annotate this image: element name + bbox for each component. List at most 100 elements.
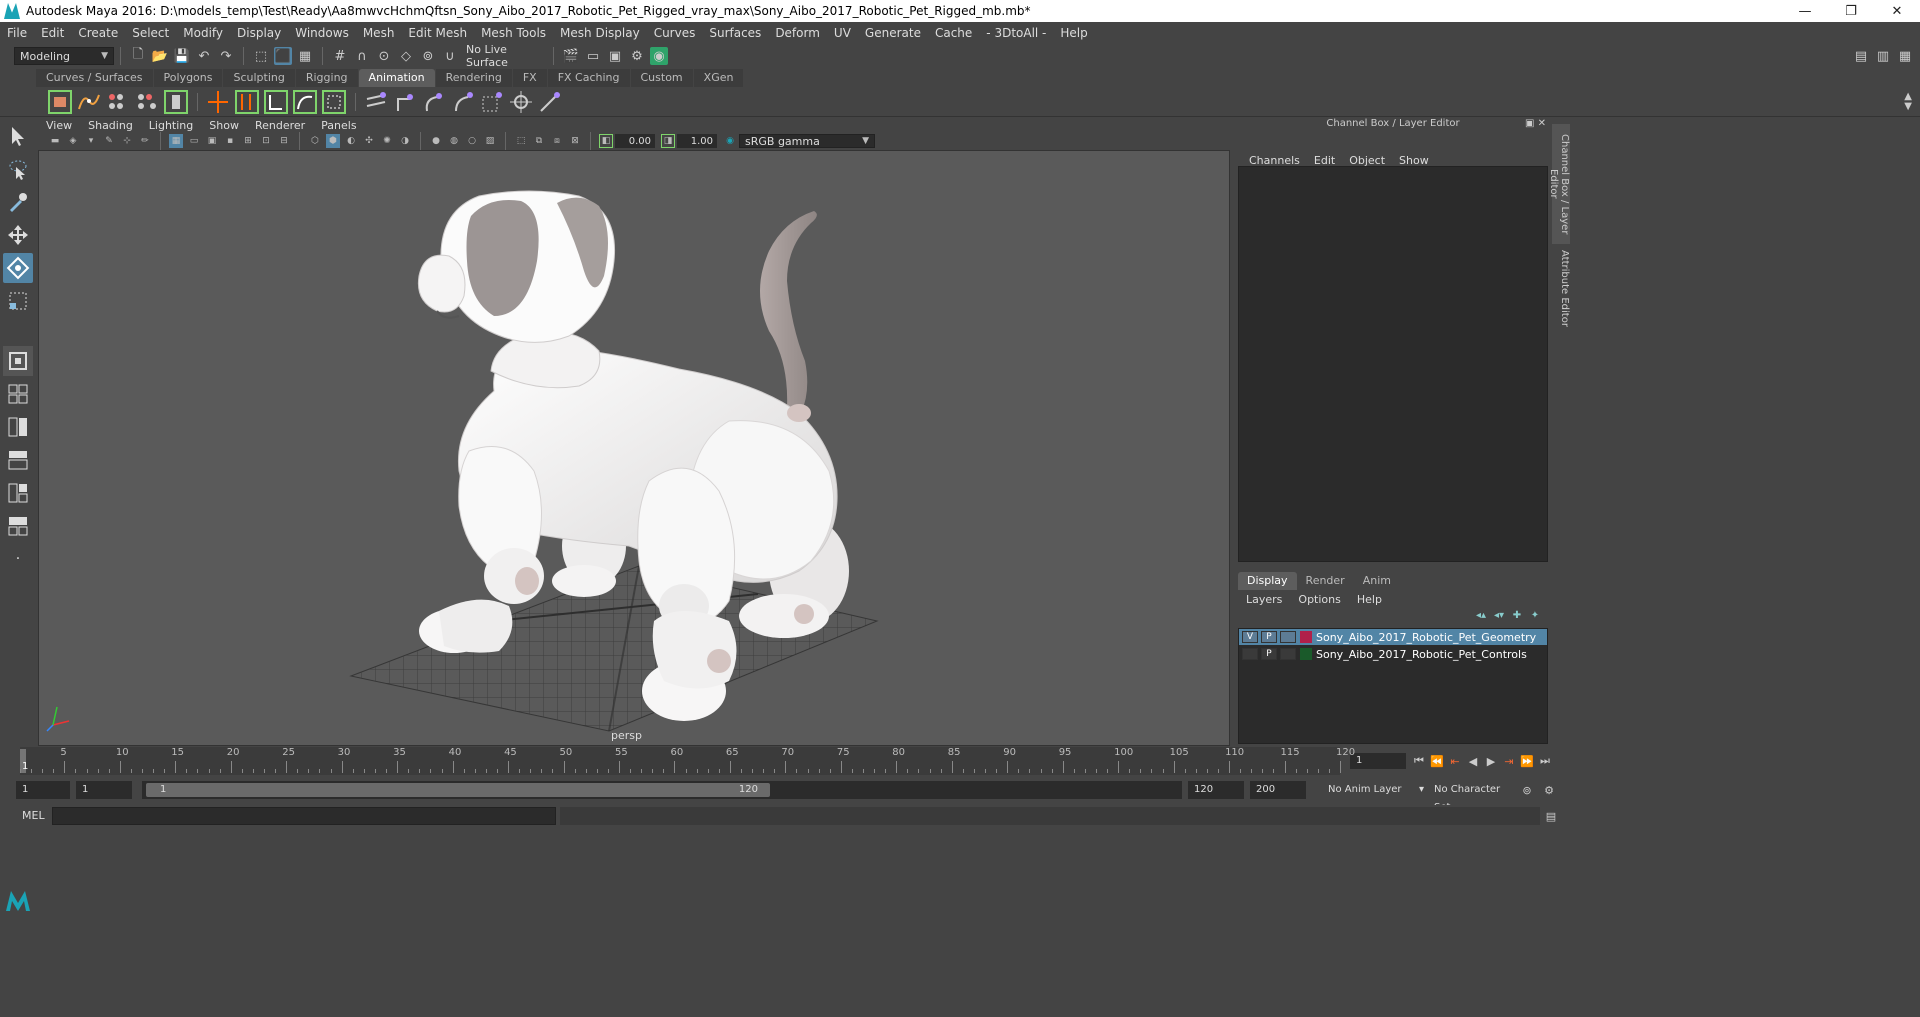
shelf-tab-curves-surfaces[interactable]: Curves / Surfaces [36,69,153,87]
geometry-constraint-icon[interactable] [536,88,564,116]
layout-four-pane-icon[interactable] [3,379,33,409]
snap-view-plane-icon[interactable]: ◇ [397,47,415,65]
shelf-tab-sculpting[interactable]: Sculpting [223,69,295,87]
layer-display-type-toggle[interactable] [1280,631,1296,643]
shelf-tab-fx[interactable]: FX [512,69,547,87]
playback-start-field[interactable]: 1 [76,781,132,799]
menu-file[interactable]: File [0,26,34,40]
dope-sheet-icon[interactable] [104,88,132,116]
image-plane-icon[interactable]: ✎ [102,134,116,148]
menu-generate[interactable]: Generate [858,26,928,40]
color-management-icon[interactable]: ◉ [723,134,737,148]
trax-editor-icon[interactable] [133,88,161,116]
panel-menu-renderer[interactable]: Renderer [247,119,313,132]
menu-select[interactable]: Select [125,26,176,40]
safe-title-icon[interactable]: ⊟ [277,134,291,148]
hypershade-icon[interactable]: ◉ [650,47,668,65]
layer-menu-layers[interactable]: Layers [1238,592,1290,608]
layout-hypershade-icon[interactable] [3,511,33,541]
safe-action-icon[interactable]: ⊡ [259,134,273,148]
menu-mesh-tools[interactable]: Mesh Tools [474,26,553,40]
exposure-icon[interactable]: ◧ [599,134,613,148]
two-d-pan-zoom-icon[interactable]: ⊹ [120,134,134,148]
xray-joints-icon[interactable]: ⊠ [568,134,582,148]
camera-select-icon[interactable]: ▬ [48,134,62,148]
auto-key-icon[interactable]: ⊚ [1518,781,1536,799]
shelf-tab-polygons[interactable]: Polygons [153,69,223,87]
panel-close-icon[interactable]: ▣ ✕ [1525,118,1546,129]
animation-start-field[interactable]: 1 [16,781,70,799]
playback-end-field[interactable]: 120 [1188,781,1244,799]
layout-outliner-persp-icon[interactable] [3,445,33,475]
create-joint-icon[interactable] [204,88,232,116]
multisample-aa-icon[interactable]: ○ [465,134,479,148]
motion-blur-icon[interactable]: ◍ [447,134,461,148]
gate-mask-icon[interactable]: ▪ [223,134,237,148]
anim-layer-dropdown[interactable]: No Anim Layer ▾ [1324,781,1424,799]
move-layer-up-icon[interactable]: ◂▴ [1472,610,1490,624]
range-bar[interactable]: 1 120 [142,781,1182,799]
go-to-end-icon[interactable]: ⏭ [1536,752,1554,770]
grid-toggle-icon[interactable]: ▦ [169,134,183,148]
layout-single-pane-icon[interactable] [3,346,33,376]
graph-editor-icon[interactable] [75,88,103,116]
layer-tab-anim[interactable]: Anim [1354,572,1400,590]
gamma-icon[interactable]: ◨ [661,134,675,148]
menu-edit[interactable]: Edit [34,26,71,40]
panel-menu-show[interactable]: Show [201,119,247,132]
field-chart-icon[interactable]: ⊞ [241,134,255,148]
layer-color-swatch[interactable] [1300,648,1312,660]
set-key-icon[interactable] [46,88,74,116]
redo-icon[interactable]: ↷ [217,47,235,65]
shelf-tab-animation[interactable]: Animation [358,69,435,87]
time-slider[interactable]: 1 1 ⏮ ⏪ ⇤ ◀ ▶ ⇥ ⏩ ⏭ 5 10 15 20 25 30 35 40 45 50 5… [0,747,1920,775]
orient-constraint-icon[interactable] [420,88,448,116]
script-language-label[interactable]: MEL [22,809,45,822]
render-settings-icon[interactable]: ⚙ [628,47,646,65]
snap-grid-icon[interactable]: # [331,47,349,65]
layer-playback-toggle[interactable]: P [1261,648,1277,660]
panel-menu-view[interactable]: View [38,119,80,132]
snap-magnet-icon[interactable]: ∪ [441,47,459,65]
menu-help[interactable]: Help [1053,26,1094,40]
ipr-render-icon[interactable]: ▣ [606,47,624,65]
smooth-shade-icon[interactable]: ⬢ [326,134,340,148]
new-scene-icon[interactable]: 🗋 [129,47,147,65]
step-back-key-icon[interactable]: ⏪ [1428,752,1446,770]
aim-constraint-icon[interactable] [449,88,477,116]
film-gate-icon[interactable]: ▭ [187,134,201,148]
animation-preferences-icon[interactable]: ⚙ [1540,781,1558,799]
script-editor-icon[interactable]: ▤ [1542,807,1560,825]
scale-tool-icon[interactable] [3,286,33,316]
grease-pencil-icon[interactable]: ✏ [138,134,152,148]
attribute-editor-toggle-icon[interactable]: ▥ [1874,47,1892,65]
parent-constraint-icon[interactable] [362,88,390,116]
layout-side-by-side-icon[interactable] [3,412,33,442]
menu-edit-mesh[interactable]: Edit Mesh [401,26,474,40]
save-scene-icon[interactable]: 💾 [173,47,191,65]
move-layer-down-icon[interactable]: ◂▾ [1490,610,1508,624]
range-handle[interactable]: 1 120 [146,783,770,797]
perspective-viewport[interactable]: persp [38,150,1230,746]
play-forwards-icon[interactable]: ▶ [1482,752,1500,770]
new-layer-from-selected-icon[interactable]: ✦ [1526,610,1544,624]
point-constraint-icon[interactable] [391,88,419,116]
layer-visibility-toggle[interactable] [1242,648,1258,660]
shelf-tab-rigging[interactable]: Rigging [295,69,358,87]
layer-name[interactable]: Sony_Aibo_2017_Robotic_Pet_Geometry [1316,631,1536,644]
gamma-field[interactable]: 1.00 [677,134,717,148]
camera-attributes-icon[interactable]: ◈ [66,134,80,148]
shelf-scroll-arrows-icon[interactable]: ▲ ▼ [1904,91,1912,112]
current-time-field[interactable]: 1 [1350,753,1406,769]
restore-button[interactable]: ❐ [1828,0,1874,22]
rotate-tool-icon[interactable] [3,253,33,283]
go-to-start-icon[interactable]: ⏮ [1410,752,1428,770]
lasso-tool-icon[interactable] [3,154,33,184]
xray-icon[interactable]: ⧉ [532,134,546,148]
layer-row-controls[interactable]: P Sony_Aibo_2017_Robotic_Pet_Controls [1239,646,1547,662]
depth-of-field-icon[interactable]: ▨ [483,134,497,148]
layer-row-geometry[interactable]: V P Sony_Aibo_2017_Robotic_Pet_Geometry [1239,629,1547,645]
maya-home-icon[interactable] [4,887,32,915]
menu-set-dropdown[interactable]: Modeling ▼ [14,47,114,65]
menu-curves[interactable]: Curves [647,26,703,40]
